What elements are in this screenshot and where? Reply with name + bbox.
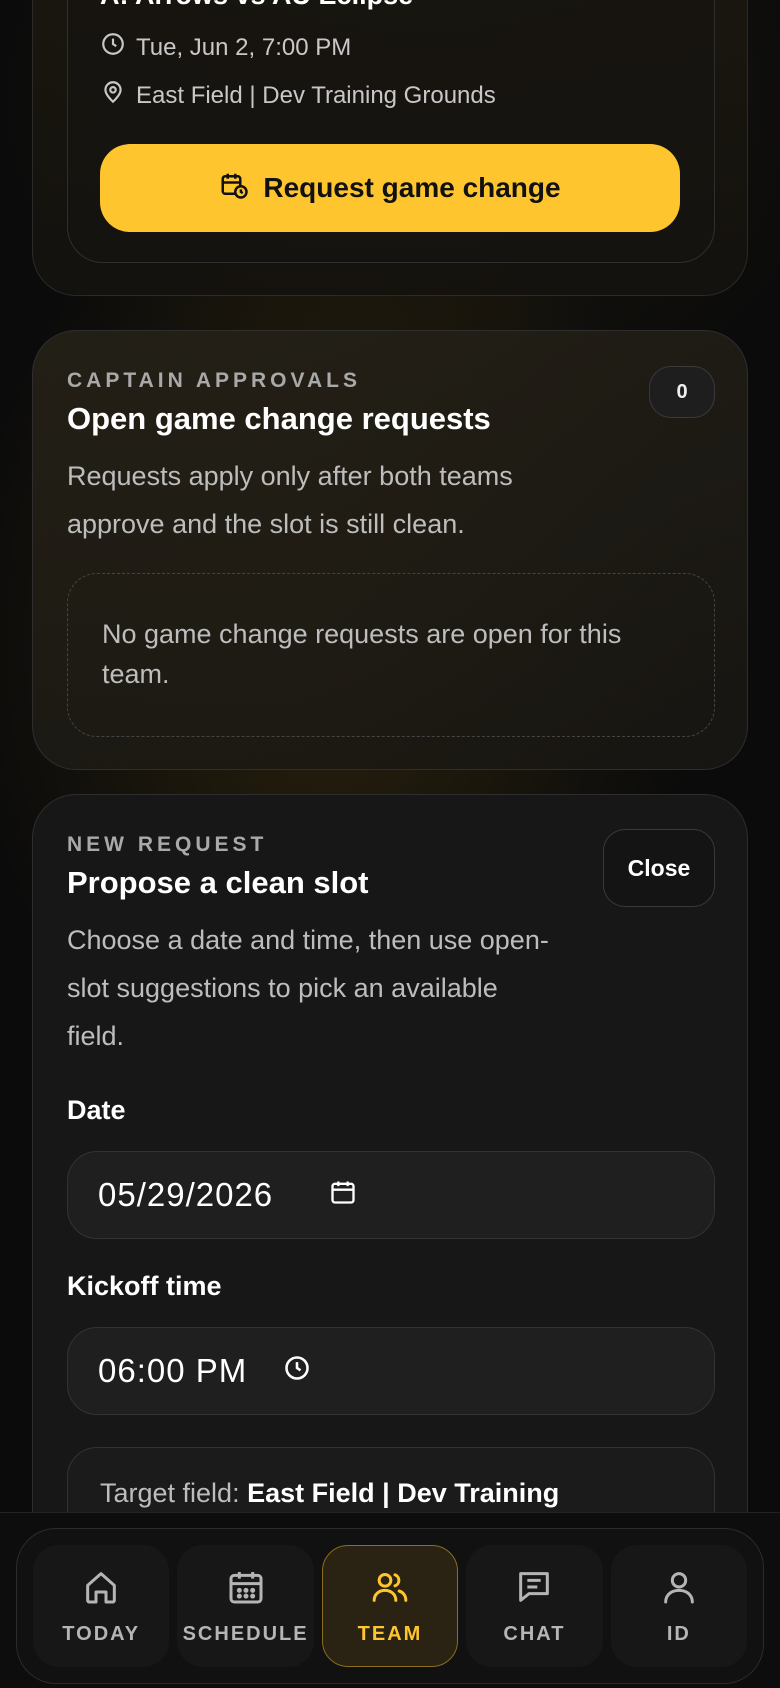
nav-label: TODAY [62,1622,141,1645]
nav-item-id[interactable]: ID [610,1545,748,1667]
clock-icon [100,31,126,64]
approvals-title: Open game change requests [67,401,491,436]
new-request-description: Choose a date and time, then use open- s… [67,916,549,1060]
approvals-eyebrow: CAPTAIN APPROVALS [67,369,361,392]
kickoff-time-label: Kickoff time [67,1271,222,1301]
time-value: 06:00 PM [98,1352,248,1389]
nav-label: SCHEDULE [182,1622,309,1645]
game-details: A: Arrows vs AU Eclipse Tue, Jun 2, 7:00… [67,0,715,263]
match-datetime: Tue, Jun 2, 7:00 PM [136,33,352,61]
new-request-description-line: slot suggestions to pick an available [67,973,498,1003]
approvals-description: Requests apply only after both teams app… [67,452,513,548]
approvals-description-line: approve and the slot is still clean. [67,509,465,539]
nav-label: CHAT [503,1622,566,1645]
date-value: 05/29/2026 [98,1176,274,1213]
match-datetime-row: Tue, Jun 2, 7:00 PM [100,31,351,64]
new-request-description-line: Choose a date and time, then use open- [67,925,549,955]
requests-count-badge: 0 [649,366,715,418]
clock-icon[interactable] [283,1352,311,1390]
request-game-change-label: Request game change [263,172,561,203]
new-request-eyebrow: NEW REQUEST [67,833,268,856]
close-button[interactable]: Close [603,829,715,907]
date-label: Date [67,1095,126,1125]
calendar-icon [226,1567,266,1613]
bottom-nav: TODAY SCHEDULE TEAM CHAT ID [16,1528,764,1684]
new-request-description-line: field. [67,1021,125,1051]
target-field-value: East Field | Dev Training [247,1478,560,1508]
match-location-row: East Field | Dev Training Grounds [100,79,496,112]
nav-item-team[interactable]: TEAM [321,1545,459,1667]
nav-item-today[interactable]: TODAY [33,1545,170,1667]
nav-item-chat[interactable]: CHAT [466,1545,603,1667]
home-icon [81,1567,121,1613]
kickoff-time-input[interactable]: 06:00 PM [67,1327,715,1415]
scroll-container[interactable]: A: Arrows vs AU Eclipse Tue, Jun 2, 7:00… [0,0,780,1688]
calendar-icon[interactable] [329,1176,357,1214]
calendar-clock-icon [219,170,249,207]
users-icon [370,1567,410,1613]
request-game-change-button[interactable]: Request game change [100,144,680,232]
user-icon [659,1567,699,1613]
game-card: A: Arrows vs AU Eclipse Tue, Jun 2, 7:00… [32,0,748,296]
new-request-title: Propose a clean slot [67,865,369,900]
empty-requests-message: No game change requests are open for thi… [67,573,715,737]
nav-label: TEAM [357,1622,423,1645]
match-title: A: Arrows vs AU Eclipse [100,0,700,11]
chat-icon [514,1567,554,1613]
nav-label: ID [666,1622,691,1645]
location-pin-icon [100,79,126,112]
empty-message-line: No game change requests are open for thi… [102,619,622,649]
match-location: East Field | Dev Training Grounds [136,81,496,109]
approvals-description-line: Requests apply only after both teams [67,461,513,491]
date-input[interactable]: 05/29/2026 [67,1151,715,1239]
empty-message-line: team. [102,659,170,689]
nav-item-schedule[interactable]: SCHEDULE [177,1545,314,1667]
approvals-card: CAPTAIN APPROVALS Open game change reque… [32,330,748,770]
target-field-label: Target field: [100,1478,240,1508]
